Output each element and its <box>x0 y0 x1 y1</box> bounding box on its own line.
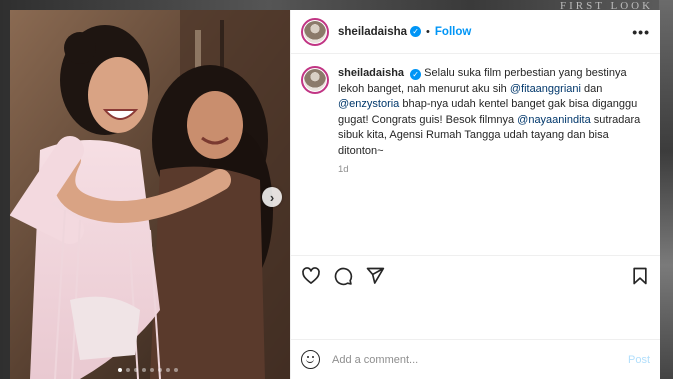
comment-input[interactable] <box>332 353 628 366</box>
bookmark-icon[interactable] <box>630 266 650 286</box>
post-time[interactable]: 1d <box>338 164 644 175</box>
post-comment-button[interactable]: Post <box>628 354 650 366</box>
likes-area <box>291 295 660 339</box>
carousel-dot <box>166 368 170 372</box>
post-caption: sheiladaisha ✓ Selalu suka film perbesti… <box>338 66 644 159</box>
emoji-icon[interactable] <box>301 350 320 369</box>
comment-icon[interactable] <box>333 266 353 286</box>
carousel-dot <box>134 368 138 372</box>
next-slide-button[interactable]: › <box>262 187 282 207</box>
chevron-right-icon: › <box>269 189 275 205</box>
mention-link[interactable]: @fitaanggriani <box>510 83 581 95</box>
carousel-dot <box>174 368 178 372</box>
carousel-dot <box>158 368 162 372</box>
carousel-dot <box>118 368 122 372</box>
carousel-dot <box>142 368 146 372</box>
follow-button[interactable]: Follow <box>435 26 471 38</box>
post-media[interactable]: › <box>10 10 290 379</box>
post-modal: › sheiladaisha ✓ • Follow ••• sheiladais… <box>10 10 660 379</box>
send-icon[interactable] <box>365 266 385 286</box>
caption-username[interactable]: sheiladaisha <box>338 67 404 79</box>
mention-link[interactable]: @enzystoria <box>338 98 399 110</box>
username-link[interactable]: sheiladaisha <box>338 26 407 38</box>
more-options-icon[interactable]: ••• <box>632 24 650 40</box>
add-comment-bar: Post <box>291 339 660 379</box>
mention-link[interactable]: @nayaanindita <box>517 114 591 126</box>
caption-area: sheiladaisha ✓ Selalu suka film perbesti… <box>291 54 660 255</box>
post-photo <box>10 10 290 379</box>
carousel-dot <box>150 368 154 372</box>
verified-badge-icon: ✓ <box>410 26 422 37</box>
post-side-panel: sheiladaisha ✓ • Follow ••• sheiladaisha… <box>290 10 660 379</box>
action-bar <box>291 255 660 295</box>
backdrop-edge <box>659 0 673 379</box>
avatar[interactable] <box>301 66 329 94</box>
heart-icon[interactable] <box>301 266 321 286</box>
separator: • <box>426 25 430 38</box>
carousel-dot <box>126 368 130 372</box>
carousel-dots <box>118 368 178 372</box>
post-header: sheiladaisha ✓ • Follow ••• <box>291 10 660 54</box>
verified-badge-icon: ✓ <box>410 69 422 81</box>
avatar[interactable] <box>301 17 329 46</box>
caption-text: dan <box>580 82 603 95</box>
